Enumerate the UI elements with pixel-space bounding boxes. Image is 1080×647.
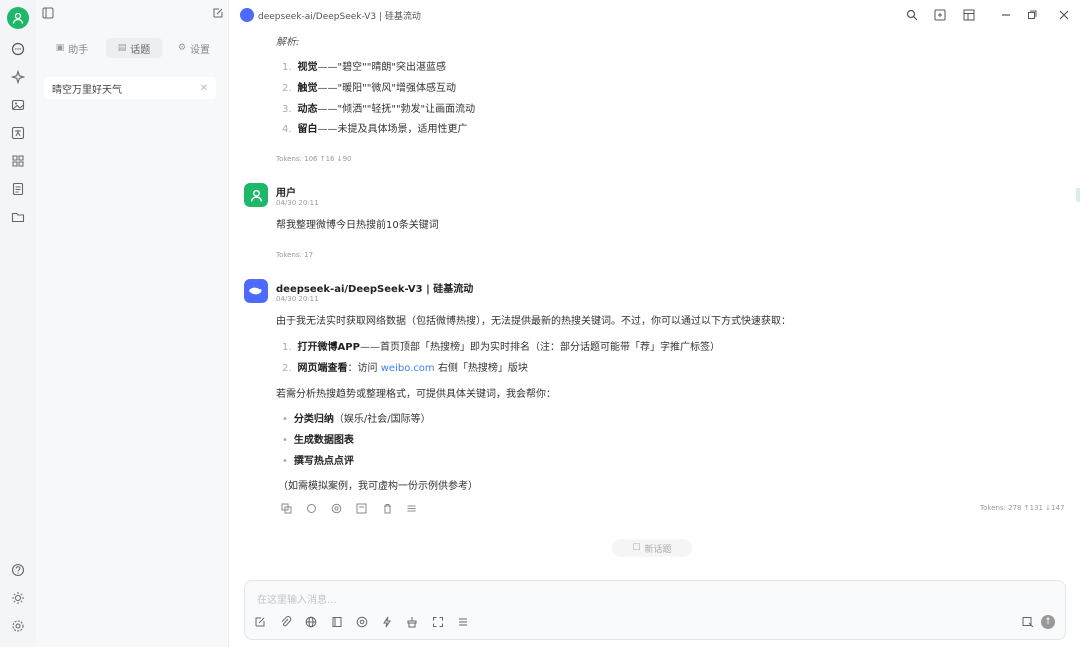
model-title[interactable]: deepseek-ai/DeepSeek-V3 | 硅基流动	[258, 9, 421, 22]
list-item: • 分类归纳（娱乐/社会/国际等）	[282, 414, 431, 425]
at-icon[interactable]	[330, 502, 342, 514]
left-rail	[0, 0, 37, 647]
help-icon[interactable]	[10, 562, 26, 578]
weibo-link[interactable]: weibo.com	[381, 363, 435, 374]
token-count: Tokens: 278 ↑131 ↓147	[980, 504, 1065, 512]
menu-icon[interactable]	[405, 502, 417, 514]
arrow-up-icon: ↑	[1044, 617, 1052, 627]
globe-icon[interactable]	[304, 615, 318, 629]
robot-icon: ▣	[55, 43, 65, 53]
translate-icon[interactable]	[1021, 615, 1035, 629]
delete-icon[interactable]	[381, 502, 393, 514]
tab-assistants[interactable]: ▣ 助手	[44, 38, 100, 58]
translate-icon[interactable]	[355, 502, 367, 514]
sidebar-toggle-icon[interactable]	[42, 7, 54, 22]
message-input-box[interactable]: 在这里输入消息... ↑	[244, 580, 1066, 640]
document-icon[interactable]	[10, 181, 26, 197]
user-name: 用户	[276, 188, 296, 199]
deepseek-avatar	[244, 279, 268, 303]
new-chat-icon[interactable]	[212, 7, 224, 22]
sidebar: ▣ 助手 ▤ 话题 ⚙ 设置 晴空万里好天气 ✕	[36, 0, 229, 647]
list-item: 3. 动态——"倾洒""轻抚""勃发"让画面流动	[282, 104, 476, 115]
assistant-intro: 由于我无法实时获取网络数据（包括微博热搜），无法提供最新的热搜关键词。不过，你可…	[276, 316, 791, 327]
user-avatar[interactable]	[7, 7, 29, 29]
analysis-heading: 解析:	[276, 37, 300, 48]
list-item: 4. 留白——未提及具体场景，适用性更广	[282, 124, 468, 135]
send-button[interactable]: ↑	[1041, 615, 1055, 629]
list-item: 1. 视觉——"碧空""晴朗"突出湛蓝感	[282, 62, 446, 73]
list-item: 1. 打开微博APP——首页顶部「热搜榜」即为实时排名（注：部分话题可能带「荐」字…	[282, 342, 720, 353]
at-icon[interactable]	[355, 615, 369, 629]
search-icon[interactable]	[904, 7, 920, 23]
broom-icon[interactable]	[405, 615, 419, 629]
person-icon	[12, 12, 24, 24]
chat-icon[interactable]	[10, 41, 26, 57]
chat-icon: ▤	[117, 43, 127, 53]
image-icon[interactable]	[10, 97, 26, 113]
list-item: • 生成数据图表	[282, 435, 354, 446]
sparkle-icon[interactable]	[10, 69, 26, 85]
sun-icon[interactable]	[10, 590, 26, 606]
tab-topics[interactable]: ▤ 话题	[106, 38, 162, 58]
new-chat-icon[interactable]	[253, 615, 267, 629]
apps-grid-icon[interactable]	[10, 153, 26, 169]
maximize-icon[interactable]	[1024, 7, 1040, 23]
lightning-icon[interactable]	[380, 615, 394, 629]
list-item: 2. 触觉——"暖阳""微风"增强体感互动	[282, 83, 456, 94]
attachment-icon[interactable]	[279, 615, 293, 629]
gear-icon[interactable]	[10, 618, 26, 634]
layout-icon[interactable]	[961, 7, 977, 23]
fullscreen-icon[interactable]	[431, 615, 445, 629]
new-chat-icon: ☐	[632, 543, 641, 553]
whale-icon	[249, 287, 262, 295]
regenerate-icon[interactable]	[305, 502, 317, 514]
close-window-icon[interactable]	[1056, 7, 1072, 23]
new-topic-button[interactable]: ☐ 新话题	[612, 539, 692, 557]
topic-title: 晴空万里好天气	[52, 84, 122, 96]
book-icon[interactable]	[330, 615, 344, 629]
token-count: Tokens: 17	[276, 251, 314, 259]
tab-settings[interactable]: ⚙ 设置	[166, 38, 222, 58]
deepseek-logo-icon	[240, 8, 254, 22]
topic-item[interactable]: 晴空万里好天气 ✕	[44, 77, 216, 99]
header: deepseek-ai/DeepSeek-V3 | 硅基流动	[228, 0, 1080, 30]
message-time: 04/30 20:11	[276, 295, 319, 303]
person-icon	[250, 189, 262, 202]
folder-icon[interactable]	[10, 209, 26, 225]
message-input-placeholder[interactable]: 在这里输入消息...	[257, 591, 337, 606]
list-icon[interactable]	[456, 615, 470, 629]
assistant-name: deepseek-ai/DeepSeek-V3 | 硅基流动	[276, 284, 474, 295]
message-time: 04/30 20:11	[276, 199, 319, 207]
assistant-note: （如需模拟案例，我可虚构一份示例供参考）	[278, 481, 478, 492]
user-avatar	[244, 183, 268, 207]
close-icon[interactable]: ✕	[200, 83, 208, 94]
gear-icon: ⚙	[177, 43, 187, 53]
user-message: 帮我整理微博今日热搜前10条关键词	[276, 220, 439, 231]
translate-icon[interactable]	[10, 125, 26, 141]
assistant-follow: 若需分析热搜趋势或整理格式，可提供具体关键词，我会帮你：	[276, 389, 556, 400]
scroll-indicator[interactable]	[1076, 188, 1080, 202]
minimize-icon[interactable]	[998, 7, 1014, 23]
token-count: Tokens: 106 ↑16 ↓90	[276, 155, 352, 163]
list-item: 2. 网页端查看：访问 weibo.com 右侧「热搜榜」版块	[282, 363, 528, 374]
expand-icon[interactable]	[932, 7, 948, 23]
list-item: • 撰写热点点评	[282, 456, 354, 467]
copy-icon[interactable]	[280, 502, 292, 514]
